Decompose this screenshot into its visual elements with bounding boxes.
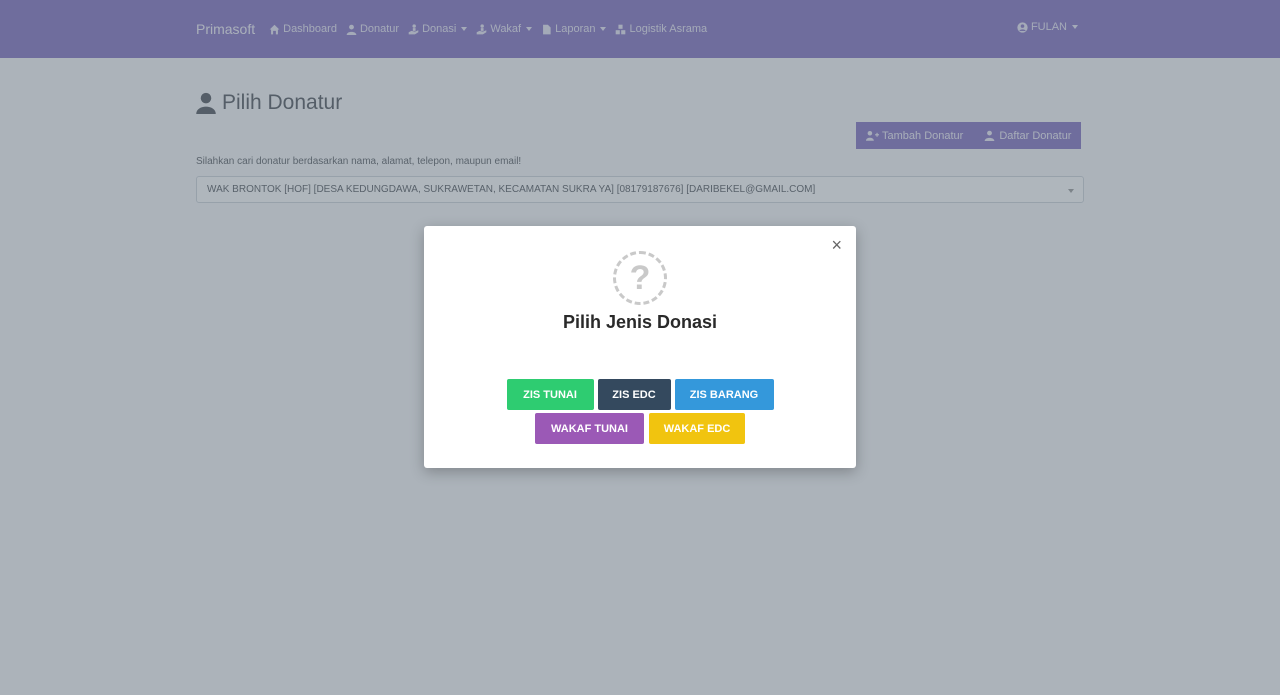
donation-buttons-row-2: WAKAF TUNAI WAKAF EDC (424, 413, 856, 444)
close-icon[interactable]: × (831, 236, 842, 254)
donation-type-modal: × ? Pilih Jenis Donasi ZIS TUNAI ZIS EDC… (424, 226, 856, 468)
zis-barang-button[interactable]: ZIS BARANG (674, 379, 774, 410)
question-icon: ? (613, 251, 667, 305)
zis-edc-button[interactable]: ZIS EDC (597, 379, 671, 410)
donation-buttons-row-1: ZIS TUNAI ZIS EDC ZIS BARANG (424, 379, 856, 410)
modal-title: Pilih Jenis Donasi (562, 312, 718, 332)
wakaf-tunai-button[interactable]: WAKAF TUNAI (535, 413, 644, 444)
question-glyph: ? (629, 258, 651, 297)
wakaf-edc-button[interactable]: WAKAF EDC (649, 413, 745, 444)
zis-tunai-button[interactable]: ZIS TUNAI (506, 379, 594, 410)
